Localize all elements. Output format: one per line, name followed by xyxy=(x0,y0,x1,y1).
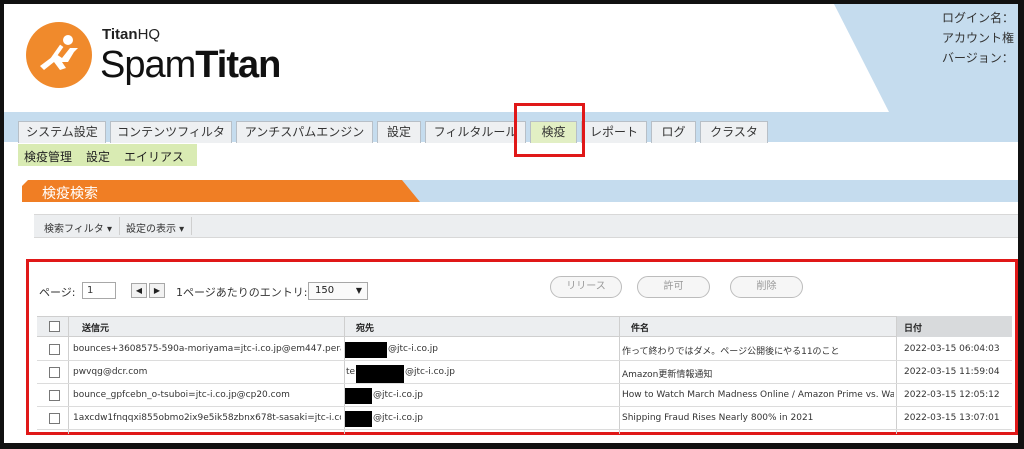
next-page-button[interactable]: ▶ xyxy=(149,283,165,298)
row-checkbox[interactable] xyxy=(49,344,60,355)
row-from: pwvqg@dcr.com xyxy=(73,367,148,377)
subtab-aliases[interactable]: エイリアス xyxy=(124,148,184,165)
column-header-date[interactable]: 日付 xyxy=(904,321,922,334)
entries-per-page-value: 150 xyxy=(315,285,335,296)
section-title: 検疫検索 xyxy=(42,186,98,202)
product-name: SpamTitan xyxy=(100,44,281,86)
page-label: ページ: xyxy=(39,286,76,299)
toolbar-divider xyxy=(119,217,120,235)
redacted-block xyxy=(356,365,404,383)
entries-per-page-select[interactable]: 150 ▼ xyxy=(308,282,368,300)
tab-content-filter[interactable]: コンテンツフィルタ xyxy=(110,121,232,143)
row-from: bounce_gpfcebn_o-tsuboi=jtc-i.co.jp@cp20… xyxy=(73,390,290,400)
app-window: TitanHQ SpamTitan ログイン名： アカウント権 バージョン： シ… xyxy=(0,0,1024,449)
row-to: @jtc-i.co.jp xyxy=(405,367,455,377)
row-date: 2022-03-15 12:05:12 xyxy=(904,390,1000,400)
user-info: ログイン名： アカウント権 バージョン： xyxy=(942,8,1014,68)
row-checkbox[interactable] xyxy=(49,413,60,424)
row-to: @jtc-i.co.jp xyxy=(388,344,438,354)
section-header-accent xyxy=(400,180,1018,202)
row-date: 2022-03-15 13:07:01 xyxy=(904,413,1000,423)
titanhq-wordmark: TitanHQ xyxy=(102,26,161,43)
row-from: bounces+3608575-590a-moriyama=jtc-i.co.j… xyxy=(73,344,341,354)
tab-system-settings[interactable]: システム設定 xyxy=(18,121,106,143)
row-subject: 作って終わりではダメ。ページ公開後にやる11のこと xyxy=(622,347,840,357)
row-checkbox[interactable] xyxy=(49,390,60,401)
row-to-prefix: te xyxy=(346,367,356,377)
release-button[interactable]: リリース xyxy=(550,276,622,298)
row-to: @jtc-i.co.jp xyxy=(373,413,423,423)
column-header-subject[interactable]: 件名 xyxy=(631,321,649,334)
tab-logs[interactable]: ログ xyxy=(651,121,696,143)
allow-button[interactable]: 許可 xyxy=(637,276,710,298)
tab-cluster[interactable]: クラスタ xyxy=(700,121,768,143)
toolbar-divider xyxy=(191,217,192,235)
entries-per-page-label: 1ページあたりのエントリ: xyxy=(176,286,308,299)
spamtitan-logo-icon xyxy=(26,22,92,88)
row-date: 2022-03-15 06:04:03 xyxy=(904,344,1000,354)
redacted-block xyxy=(345,411,372,427)
chevron-down-icon: ▼ xyxy=(355,286,362,295)
row-subject: Amazon更新情報通知 xyxy=(622,370,713,380)
page-number-input[interactable]: 1 xyxy=(82,282,116,299)
header: TitanHQ SpamTitan ログイン名： アカウント権 バージョン： xyxy=(4,4,1018,112)
redacted-block xyxy=(345,388,372,404)
row-subject: Shipping Fraud Rises Nearly 800% in 2021 xyxy=(622,413,814,423)
prev-page-button[interactable]: ◀ xyxy=(131,283,147,298)
row-date: 2022-03-15 11:59:04 xyxy=(904,367,1000,377)
version-label: バージョン： xyxy=(942,51,1014,65)
table-header xyxy=(37,316,1012,337)
row-subject: How to Watch March Madness Online / Amaz… xyxy=(622,390,894,400)
delete-button[interactable]: 削除 xyxy=(730,276,803,298)
column-header-from[interactable]: 送信元 xyxy=(82,321,109,334)
subtab-quarantine-management[interactable]: 検疫管理 xyxy=(24,148,72,165)
tab-settings[interactable]: 設定 xyxy=(377,121,421,143)
row-from: 1axcdw1fnqqxi855obmo2ix9e5ik58zbnx678t-s… xyxy=(73,413,341,423)
subtab-settings[interactable]: 設定 xyxy=(86,148,110,165)
select-all-checkbox[interactable] xyxy=(49,321,60,332)
login-name-label: ログイン名： xyxy=(942,11,1015,25)
redacted-block xyxy=(345,342,387,358)
quarantine-tab-highlight xyxy=(514,103,585,157)
column-header-to[interactable]: 宛先 xyxy=(356,321,374,334)
tab-filter-rules[interactable]: フィルタルール xyxy=(425,121,526,143)
row-to: @jtc-i.co.jp xyxy=(373,390,423,400)
search-filter-dropdown[interactable]: 検索フィルタ ▾ xyxy=(44,220,112,235)
tab-antispam-engine[interactable]: アンチスパムエンジン xyxy=(236,121,373,143)
row-checkbox[interactable] xyxy=(49,367,60,378)
tab-reports[interactable]: レポート xyxy=(581,121,647,143)
display-settings-dropdown[interactable]: 設定の表示 ▾ xyxy=(126,220,184,235)
account-label: アカウント権 xyxy=(942,31,1015,45)
